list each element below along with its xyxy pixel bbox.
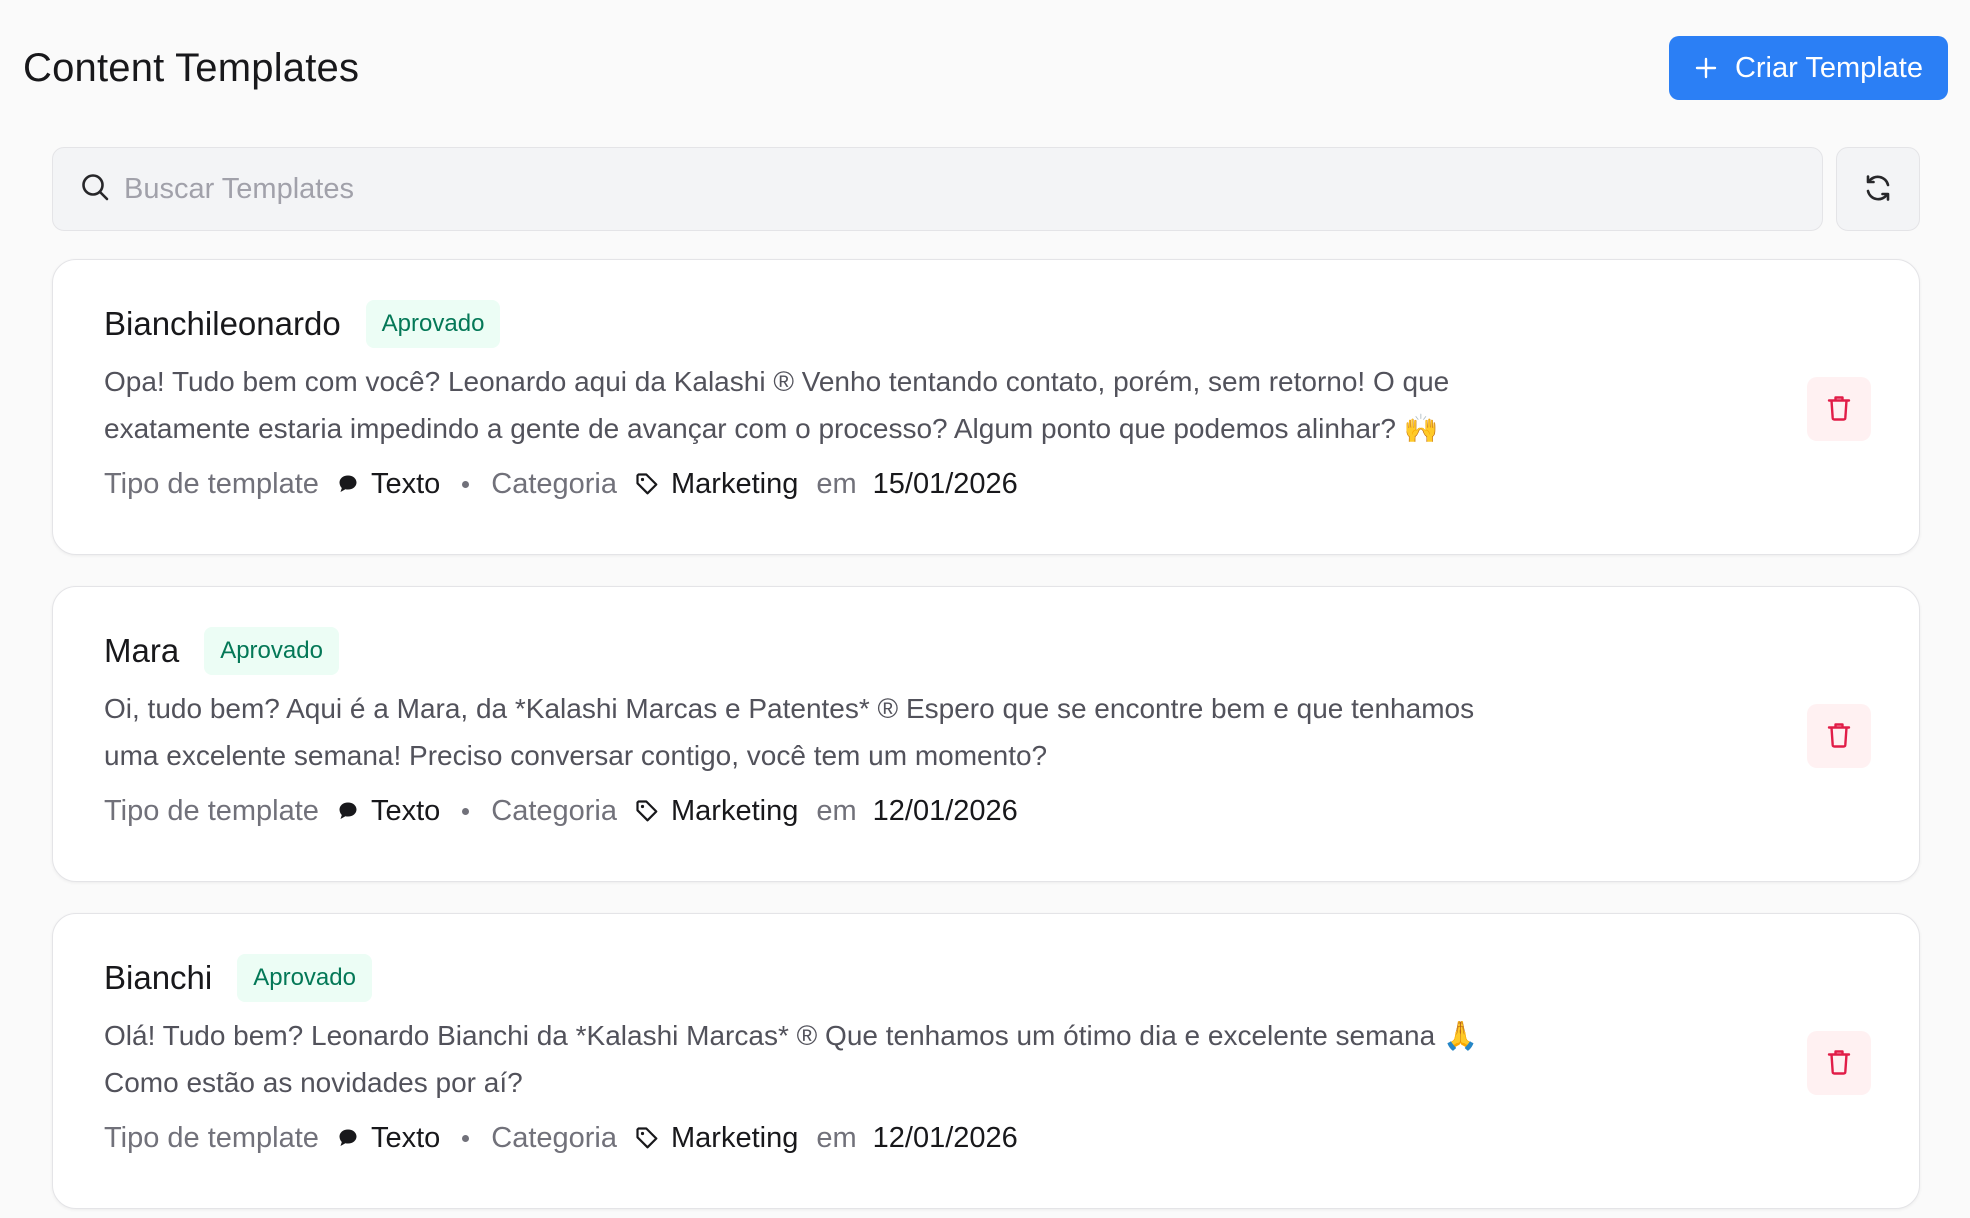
template-meta: Tipo de template Texto Categoria Marketi…	[104, 464, 1664, 504]
page-title: Content Templates	[23, 45, 360, 90]
plus-icon	[1695, 57, 1717, 79]
template-body: Oi, tudo bem? Aqui é a Mara, da *Kalashi…	[104, 693, 1475, 771]
content-templates-page: Content Templates Criar Template Buscar …	[0, 0, 1970, 1218]
type-value: Texto	[370, 794, 441, 827]
category-value: Marketing	[671, 467, 799, 500]
chat-bubble-icon	[337, 800, 359, 822]
template-date: 15/01/2026	[872, 467, 1018, 500]
meta-separator	[462, 480, 470, 488]
search-icon	[80, 172, 110, 207]
template-body: Opa! Tudo bem com você? Leonardo aqui da…	[104, 366, 1450, 444]
category-label: Categoria	[491, 794, 618, 827]
type-value: Texto	[370, 467, 441, 500]
template-meta: Tipo de template Texto Categoria Marketi…	[104, 791, 1664, 831]
search-box[interactable]	[52, 147, 1823, 231]
template-card: Bianchileonardo Aprovado Opa! Tudo bem c…	[52, 259, 1920, 555]
template-date: 12/01/2026	[872, 1121, 1018, 1154]
trash-icon	[1826, 1048, 1852, 1079]
template-name: Mara	[104, 632, 180, 669]
template-card-header: Bianchileonardo Aprovado	[104, 300, 1664, 348]
status-badge: Aprovado	[237, 954, 372, 1002]
trash-icon	[1826, 721, 1852, 752]
template-card-content: Mara Aprovado Oi, tudo bem? Aqui é a Mar…	[104, 627, 1664, 831]
tag-icon	[635, 1126, 659, 1150]
status-badge: Aprovado	[365, 300, 501, 348]
template-body: Olá! Tudo bem? Leonardo Bianchi da *Kala…	[104, 1020, 1478, 1098]
chat-bubble-icon	[337, 1127, 359, 1149]
category-label: Categoria	[491, 467, 618, 500]
template-meta: Tipo de template Texto Categoria Marketi…	[104, 1118, 1664, 1158]
meta-separator	[462, 1134, 470, 1142]
type-label: Tipo de template	[104, 1121, 319, 1154]
page-header: Content Templates Criar Template	[23, 36, 1948, 100]
template-card: Mara Aprovado Oi, tudo bem? Aqui é a Mar…	[52, 586, 1920, 882]
delete-template-button[interactable]	[1807, 1031, 1871, 1095]
type-label: Tipo de template	[104, 794, 319, 827]
refresh-button[interactable]	[1836, 147, 1920, 231]
create-template-button[interactable]: Criar Template	[1668, 36, 1948, 100]
status-badge: Aprovado	[204, 627, 339, 675]
refresh-icon	[1863, 173, 1893, 206]
delete-template-button[interactable]	[1807, 704, 1871, 768]
search-input[interactable]	[124, 148, 1822, 230]
template-card: Bianchi Aprovado Olá! Tudo bem? Leonardo…	[52, 913, 1920, 1209]
type-label: Tipo de template	[104, 467, 319, 500]
template-date: 12/01/2026	[872, 794, 1018, 827]
category-value: Marketing	[671, 1121, 799, 1154]
date-prefix: em	[816, 467, 857, 500]
category-label: Categoria	[491, 1121, 618, 1154]
search-row	[52, 147, 1920, 231]
template-name: Bianchi	[104, 959, 213, 996]
date-prefix: em	[816, 1121, 857, 1154]
template-name: Bianchileonardo	[104, 305, 341, 342]
trash-icon	[1826, 394, 1852, 425]
chat-bubble-icon	[337, 473, 359, 495]
template-card-header: Mara Aprovado	[104, 627, 1664, 675]
meta-separator	[462, 807, 470, 815]
type-value: Texto	[370, 1121, 441, 1154]
create-template-label: Criar Template	[1734, 51, 1923, 84]
template-card-content: Bianchi Aprovado Olá! Tudo bem? Leonardo…	[104, 954, 1664, 1158]
date-prefix: em	[816, 794, 857, 827]
tag-icon	[635, 472, 659, 496]
delete-template-button[interactable]	[1807, 377, 1871, 441]
tag-icon	[635, 799, 659, 823]
category-value: Marketing	[671, 794, 799, 827]
template-card-content: Bianchileonardo Aprovado Opa! Tudo bem c…	[104, 300, 1664, 504]
template-card-header: Bianchi Aprovado	[104, 954, 1664, 1002]
